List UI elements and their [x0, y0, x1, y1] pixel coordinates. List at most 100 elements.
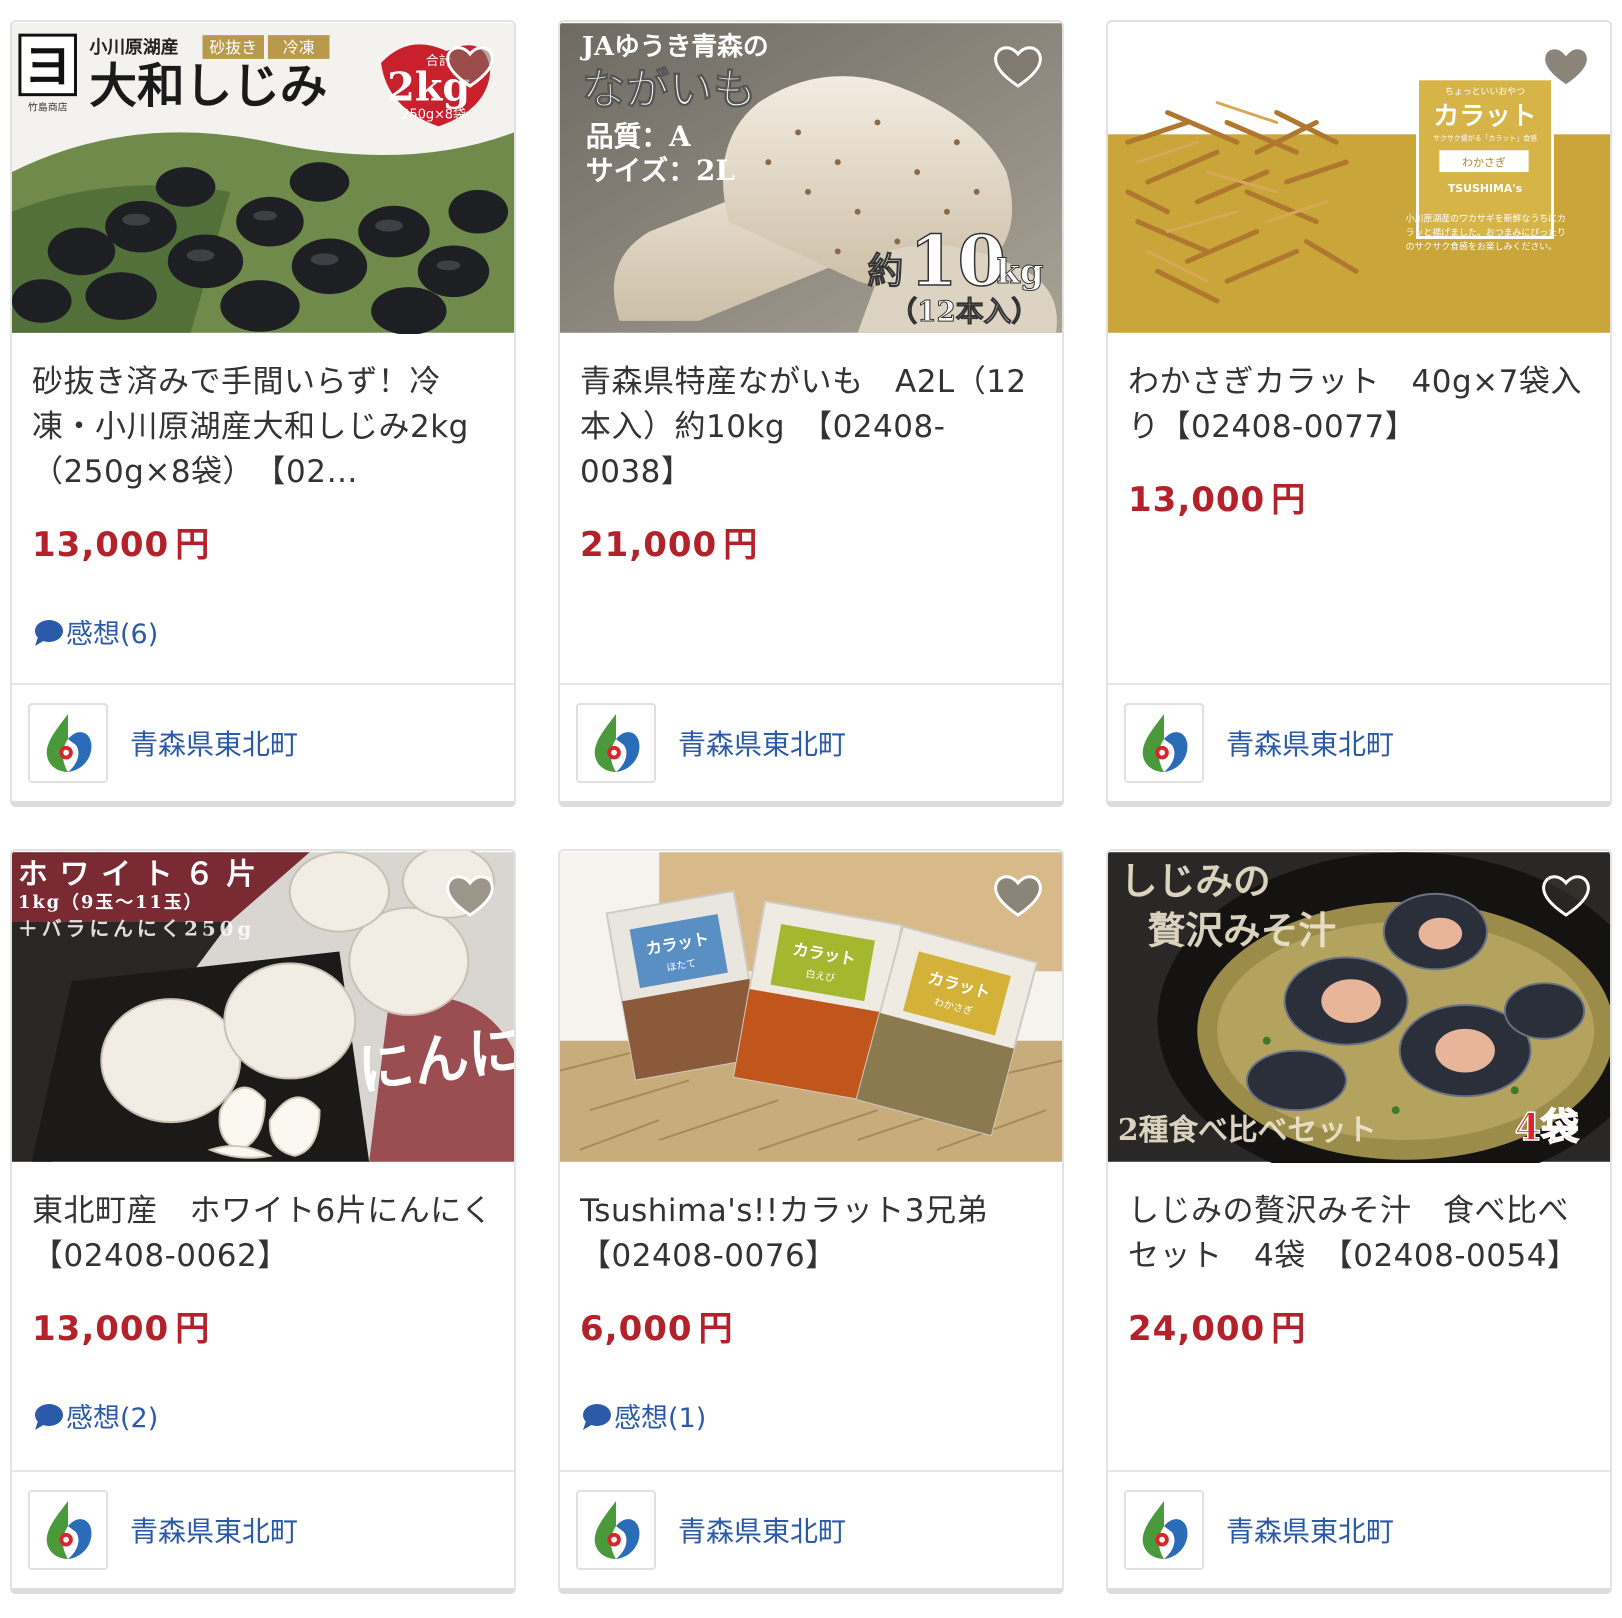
municipality-logo [28, 1490, 108, 1570]
product-image[interactable]: ヨ 竹島商店 小川原湖産 砂抜き 冷凍 大和しじみ 合計 2kg 250g×8袋 [12, 22, 514, 334]
product-card[interactable]: JAゆうき青森の ながいも 品質：A サイズ：2L 約 10 kg （12本入）… [558, 20, 1064, 807]
svg-text:贅沢みそ汁: 贅沢みそ汁 [1148, 909, 1336, 953]
speech-bubble-icon [35, 1403, 63, 1430]
town-emblem-icon [594, 714, 640, 772]
town-emblem-icon [46, 714, 92, 772]
town-emblem-icon [46, 1501, 92, 1559]
favorite-button[interactable] [990, 38, 1046, 94]
municipality-link[interactable]: 青森県東北町 [12, 1470, 514, 1588]
wakasagi-karatto-photo: ちょっといいおやつ カラット サクサク揚がる「カラット」食感 わかさぎ TSUS… [1108, 23, 1610, 333]
speech-bubble-icon [583, 1403, 611, 1430]
svg-text:250g×8袋: 250g×8袋 [401, 107, 466, 122]
municipality-name[interactable]: 青森県東北町 [678, 723, 846, 763]
town-emblem-icon [1142, 714, 1188, 772]
svg-text:2種食べ比べセット: 2種食べ比べセット [1118, 1113, 1377, 1148]
svg-text:小川原湖産: 小川原湖産 [89, 36, 178, 58]
municipality-link[interactable]: 青森県東北町 [560, 683, 1062, 801]
product-image[interactable]: ホワイト６片 1kg（9玉～11玉） ＋バラにんにく250g にんにく [12, 851, 514, 1163]
svg-text:（12本入）: （12本入） [889, 295, 1039, 328]
favorite-button[interactable] [1538, 867, 1594, 923]
favorite-button[interactable] [442, 867, 498, 923]
product-title[interactable]: 東北町産 ホワイト6片にんにく【02408-0062】 [32, 1189, 494, 1279]
svg-text:冷凍: 冷凍 [283, 38, 315, 57]
review-link[interactable]: 感想(2) [32, 1396, 494, 1435]
svg-text:砂抜き: 砂抜き [209, 38, 257, 57]
svg-text:ラッと揚げました。おつまみにぴったり: ラッと揚げました。おつまみにぴったり [1406, 227, 1566, 239]
product-price: 13,000 円 [1128, 480, 1307, 520]
svg-text:TSUSHIMA's: TSUSHIMA's [1448, 182, 1522, 195]
product-price: 13,000 円 [32, 525, 211, 565]
product-title[interactable]: 砂抜き済みで手間いらず！冷凍・小川原湖産大和しじみ2kg（250g×8袋） 【0… [32, 360, 494, 495]
product-card[interactable]: ヨ 竹島商店 小川原湖産 砂抜き 冷凍 大和しじみ 合計 2kg 250g×8袋… [10, 20, 516, 807]
heart-icon [994, 46, 1042, 88]
product-title[interactable]: Tsushima's!!カラット3兄弟 【02408-0076】 [580, 1189, 1042, 1279]
svg-text:わかさぎ: わかさぎ [1462, 155, 1506, 169]
favorite-button[interactable] [442, 38, 498, 94]
product-card[interactable]: ちょっといいおやつ カラット サクサク揚がる「カラット」食感 わかさぎ TSUS… [1106, 20, 1612, 807]
svg-text:サクサク揚がる「カラット」食感: サクサク揚がる「カラット」食感 [1433, 133, 1537, 142]
product-title[interactable]: しじみの贅沢みそ汁 食べ比べセット 4袋 【02408-0054】 [1128, 1189, 1590, 1279]
svg-text:＋バラにんにく250g: ＋バラにんにく250g [18, 917, 255, 941]
town-emblem-icon [1142, 1501, 1188, 1559]
speech-bubble-icon [35, 619, 63, 646]
product-grid: ヨ 竹島商店 小川原湖産 砂抜き 冷凍 大和しじみ 合計 2kg 250g×8袋… [10, 20, 1612, 1594]
svg-text:のサクサク食感をお楽しみください。: のサクサク食感をお楽しみください。 [1406, 240, 1557, 252]
product-title[interactable]: 青森県特産ながいも A2L（12本入）約10kg 【02408-0038】 [580, 360, 1042, 495]
product-price: 21,000 円 [580, 525, 759, 565]
favorite-button[interactable] [990, 867, 1046, 923]
municipality-name[interactable]: 青森県東北町 [678, 1510, 846, 1550]
product-title[interactable]: わかさぎカラット 40g×7袋入り【02408-0077】 [1128, 360, 1590, 450]
svg-text:約: 約 [868, 250, 904, 292]
municipality-logo [576, 1490, 656, 1570]
karatto-three-bags-photo: カラット ほたて カラット 白えび カラット わかさぎ [560, 852, 1062, 1162]
municipality-link[interactable]: 青森県東北町 [560, 1470, 1062, 1588]
svg-text:ホワイト６片: ホワイト６片 [18, 857, 268, 892]
municipality-name[interactable]: 青森県東北町 [1226, 723, 1394, 763]
product-card[interactable]: しじみの 贅沢みそ汁 2種食べ比べセット 4袋 しじみの贅沢みそ汁 食べ比べセッ… [1106, 849, 1612, 1594]
shijimi-miso-soup-photo: しじみの 贅沢みそ汁 2種食べ比べセット 4袋 [1108, 852, 1610, 1163]
municipality-name[interactable]: 青森県東北町 [130, 1510, 298, 1550]
product-image[interactable]: JAゆうき青森の ながいも 品質：A サイズ：2L 約 10 kg （12本入） [560, 22, 1062, 334]
heart-icon [446, 875, 494, 917]
municipality-name[interactable]: 青森県東北町 [1226, 1510, 1394, 1550]
svg-text:ヨ: ヨ [24, 39, 72, 95]
product-card[interactable]: カラット ほたて カラット 白えび カラット わかさぎ Tsushima's!!… [558, 849, 1064, 1594]
svg-text:サイズ：2L: サイズ：2L [586, 154, 735, 187]
product-image[interactable]: しじみの 贅沢みそ汁 2種食べ比べセット 4袋 [1108, 851, 1610, 1163]
favorite-button[interactable] [1538, 38, 1594, 94]
municipality-logo [1124, 703, 1204, 783]
svg-text:大和しじみ: 大和しじみ [89, 59, 327, 115]
svg-text:4袋: 4袋 [1515, 1105, 1579, 1149]
svg-text:カラット: カラット [1433, 101, 1536, 131]
product-card[interactable]: ホワイト６片 1kg（9玉～11玉） ＋バラにんにく250g にんにく 東北町産… [10, 849, 516, 1594]
heart-icon [1542, 46, 1590, 88]
town-emblem-icon [594, 1501, 640, 1559]
review-link[interactable]: 感想(1) [580, 1396, 1042, 1435]
product-price: 6,000 円 [580, 1309, 734, 1349]
garlic-photo: ホワイト６片 1kg（9玉～11玉） ＋バラにんにく250g にんにく [12, 851, 514, 1162]
svg-text:1kg（9玉～11玉）: 1kg（9玉～11玉） [18, 892, 204, 913]
svg-text:10: 10 [909, 221, 1006, 302]
heart-icon [1542, 875, 1590, 917]
product-image[interactable]: カラット ほたて カラット 白えび カラット わかさぎ [560, 851, 1062, 1163]
municipality-logo [28, 703, 108, 783]
municipality-link[interactable]: 青森県東北町 [1108, 683, 1610, 801]
heart-icon [446, 46, 494, 88]
svg-text:小川原湖産のワカサギを新鮮なうちにカ: 小川原湖産のワカサギを新鮮なうちにカ [1406, 213, 1566, 225]
svg-text:JAゆうき青森の: JAゆうき青森の [580, 32, 769, 62]
svg-text:ちょっといいおやつ: ちょっといいおやつ [1445, 87, 1525, 98]
municipality-link[interactable]: 青森県東北町 [1108, 1470, 1610, 1588]
svg-text:品質：A: 品質：A [586, 120, 691, 153]
svg-text:kg: kg [997, 251, 1044, 291]
review-link[interactable]: 感想(6) [32, 612, 494, 651]
svg-text:竹島商店: 竹島商店 [28, 101, 68, 114]
product-image[interactable]: ちょっといいおやつ カラット サクサク揚がる「カラット」食感 わかさぎ TSUS… [1108, 22, 1610, 334]
nagaimo-photo: JAゆうき青森の ながいも 品質：A サイズ：2L 約 10 kg （12本入） [560, 23, 1062, 333]
svg-text:ながいも: ながいも [582, 65, 757, 116]
svg-text:しじみの: しじみの [1120, 859, 1271, 903]
municipality-link[interactable]: 青森県東北町 [12, 683, 514, 801]
product-price: 13,000 円 [32, 1309, 211, 1349]
municipality-name[interactable]: 青森県東北町 [130, 723, 298, 763]
municipality-logo [1124, 1490, 1204, 1570]
heart-icon [994, 875, 1042, 917]
